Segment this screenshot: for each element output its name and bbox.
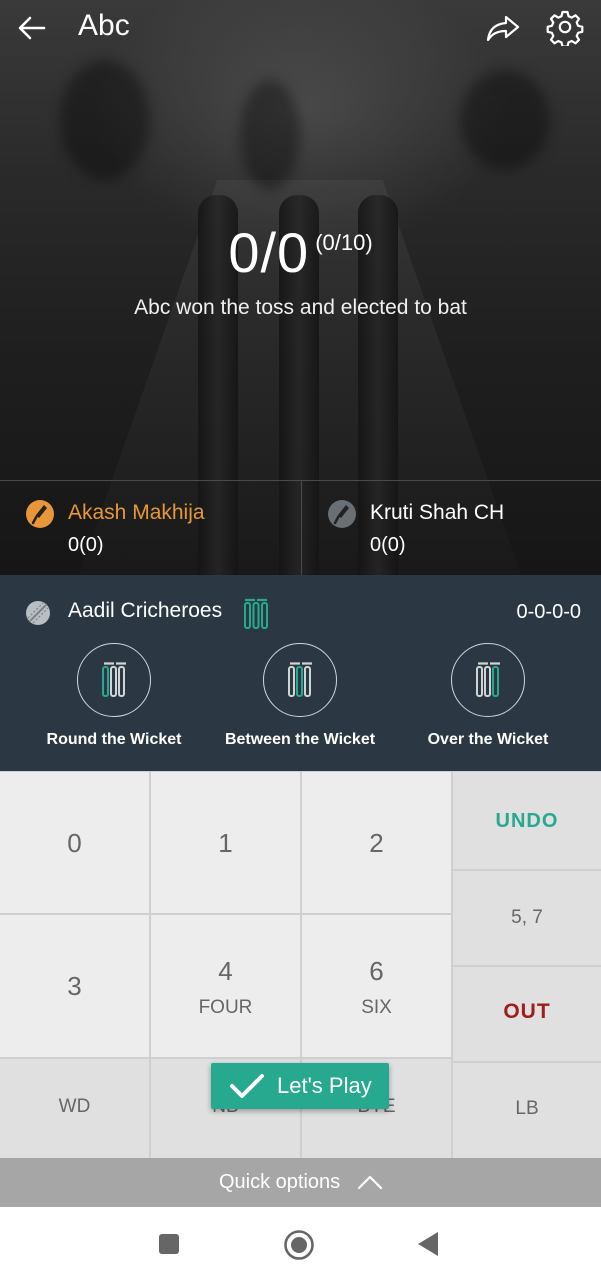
bowler-name: Aadil Cricheroes [68, 599, 223, 622]
round-the-wicket-option[interactable]: Round the Wicket [20, 643, 208, 763]
key-label: 0 [67, 828, 82, 858]
lets-play-label: Let's Play [277, 1073, 372, 1098]
wicket-option-label: Between the Wicket [224, 731, 376, 748]
key-sublabel: FOUR [198, 997, 253, 1018]
key-label: 3 [67, 971, 82, 1001]
bat-icon [26, 500, 54, 528]
triangle-back-icon [418, 1232, 438, 1256]
overs-count: (0/10) [315, 230, 373, 255]
key-label: 5, 7 [511, 907, 543, 928]
run-3-key[interactable]: 3 [0, 915, 149, 1057]
leg-bye-key[interactable]: LB [453, 1063, 601, 1158]
key-label: WD [58, 1096, 91, 1117]
wicket-option-label: Over the Wicket [427, 731, 549, 748]
quick-options-label: Quick options [219, 1171, 341, 1193]
share-icon [486, 15, 520, 42]
toss-status: Abc won the toss and elected to bat [134, 296, 467, 319]
runs-wickets: 0/0 [228, 221, 310, 284]
between-the-wicket-option[interactable]: Between the Wicket [206, 643, 394, 763]
wicket-option-circle [451, 643, 525, 717]
run-6-key[interactable]: 6 SIX [302, 915, 451, 1057]
top-bar: Abc [0, 0, 601, 56]
stumps-over-icon [476, 662, 500, 697]
quick-options-bar[interactable]: Quick options [0, 1158, 601, 1207]
bowler-panel: Aadil Cricheroes 0-0-0-0 Round the Wicke… [0, 575, 601, 771]
run-2-key[interactable]: 2 [302, 772, 451, 913]
key-label: 4 [218, 956, 233, 986]
undo-button[interactable]: UNDO [453, 772, 601, 869]
share-button[interactable] [484, 10, 522, 46]
key-label: 1 [218, 828, 233, 858]
key-label: LB [515, 1098, 539, 1119]
five-seven-key[interactable]: 5, 7 [453, 871, 601, 965]
wicket-option-circle [77, 643, 151, 717]
batter-name: Kruti Shah CH [370, 501, 505, 524]
system-navigation-bar [0, 1207, 601, 1280]
batter-name: Akash Makhija [68, 501, 205, 524]
batter-score: 0(0) [68, 534, 104, 556]
recents-button[interactable] [157, 1232, 181, 1256]
lets-play-button[interactable]: Let's Play [211, 1063, 389, 1109]
back-nav-button[interactable] [416, 1231, 440, 1257]
batter-score: 0(0) [370, 534, 406, 556]
bat-icon [328, 500, 356, 528]
score-display: 0/0 (0/10) [0, 220, 601, 285]
chevron-up-icon [357, 1175, 383, 1190]
settings-button[interactable] [546, 8, 584, 48]
wicket-option-circle [263, 643, 337, 717]
square-icon [159, 1234, 179, 1254]
run-4-key[interactable]: 4 FOUR [151, 915, 300, 1057]
back-arrow-icon [18, 16, 46, 40]
striker-batter[interactable]: Akash Makhija 0(0) [0, 481, 300, 575]
check-icon [230, 1074, 264, 1098]
run-0-key[interactable]: 0 [0, 772, 149, 913]
key-label: 2 [369, 828, 384, 858]
bowler-figures: 0-0-0-0 [516, 601, 581, 623]
background-shadow [60, 60, 150, 180]
over-the-wicket-option[interactable]: Over the Wicket [394, 643, 582, 763]
background-shadow [460, 70, 550, 170]
key-label: UNDO [495, 810, 559, 832]
wide-key[interactable]: WD [0, 1059, 149, 1158]
out-button[interactable]: OUT [453, 967, 601, 1061]
stumps-between-icon [288, 662, 312, 697]
ball-icon [26, 601, 50, 625]
scoreboard-hero: Abc 0/0 (0/10) Abc won the toss and elect… [0, 0, 601, 575]
gear-icon [546, 10, 584, 48]
key-label: OUT [503, 1000, 551, 1023]
batters-row: Akash Makhija 0(0) Kruti Shah CH 0(0) [0, 480, 601, 575]
stumps-icon[interactable] [243, 598, 269, 630]
back-button[interactable] [14, 10, 50, 46]
home-button[interactable] [283, 1229, 315, 1261]
stumps-round-icon [102, 662, 126, 697]
non-striker-batter[interactable]: Kruti Shah CH 0(0) [301, 481, 601, 575]
run-1-key[interactable]: 1 [151, 772, 300, 913]
wicket-option-label: Round the Wicket [46, 731, 182, 748]
key-label: 6 [369, 956, 384, 986]
key-sublabel: SIX [361, 997, 392, 1018]
home-circle-icon [284, 1230, 314, 1260]
background-shadow [240, 80, 300, 190]
page-title: Abc [78, 9, 130, 42]
